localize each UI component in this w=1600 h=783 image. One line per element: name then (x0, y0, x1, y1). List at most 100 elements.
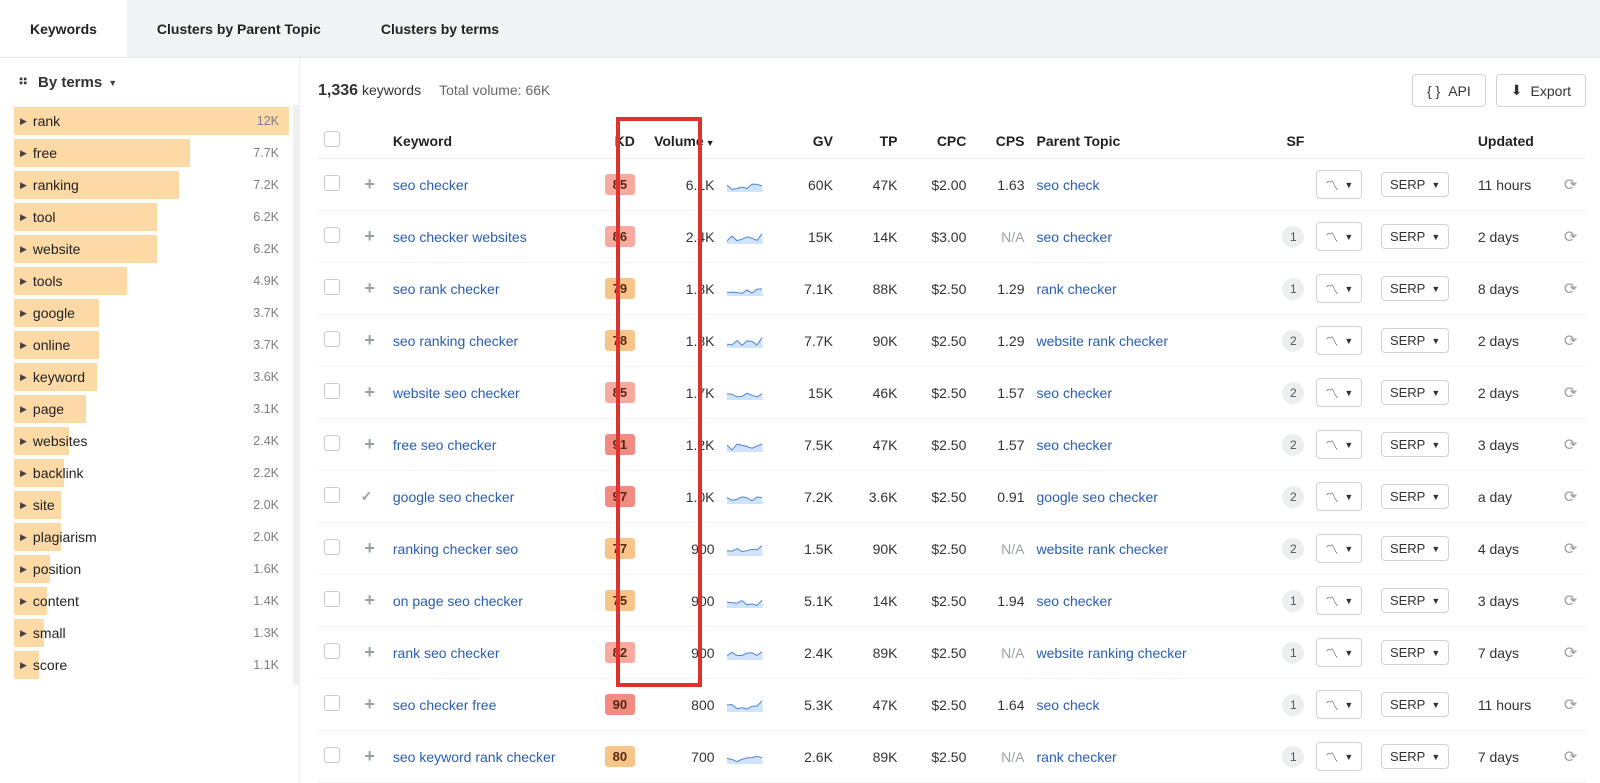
api-button[interactable]: { } API (1412, 74, 1486, 107)
parent-topic-link[interactable]: seo checker (1037, 229, 1112, 245)
open-chart-button[interactable]: 〽 ▼ (1316, 690, 1362, 719)
term-row-websites[interactable]: ▶websites 2.4K (14, 425, 289, 457)
row-checkbox[interactable] (324, 435, 340, 451)
row-checkbox[interactable] (324, 539, 340, 555)
refresh-icon[interactable]: ⟳ (1564, 643, 1577, 663)
term-row-ranking[interactable]: ▶ranking 7.2K (14, 169, 289, 201)
refresh-icon[interactable]: ⟳ (1564, 175, 1577, 195)
add-icon[interactable]: + (361, 642, 379, 663)
parent-topic-link[interactable]: seo checker (1037, 385, 1112, 401)
col-tp[interactable]: TP (839, 123, 904, 159)
col-updated[interactable]: Updated (1472, 123, 1558, 159)
export-button[interactable]: ⬇ Export (1496, 74, 1586, 107)
row-checkbox[interactable] (324, 643, 340, 659)
sf-badge[interactable]: 1 (1282, 694, 1304, 716)
add-icon[interactable]: + (361, 382, 379, 403)
refresh-icon[interactable]: ⟳ (1564, 383, 1577, 403)
keyword-link[interactable]: seo keyword rank checker (393, 749, 556, 765)
row-checkbox[interactable] (324, 279, 340, 295)
col-cpc[interactable]: CPC (904, 123, 973, 159)
serp-button[interactable]: SERP ▼ (1381, 536, 1449, 561)
serp-button[interactable]: SERP ▼ (1381, 432, 1449, 457)
add-icon[interactable]: + (361, 434, 379, 455)
col-gv[interactable]: GV (774, 123, 839, 159)
term-row-page[interactable]: ▶page 3.1K (14, 393, 289, 425)
col-sf[interactable]: SF (1272, 123, 1311, 159)
refresh-icon[interactable]: ⟳ (1564, 591, 1577, 611)
tab-keywords[interactable]: Keywords (0, 0, 127, 57)
sf-badge[interactable]: 2 (1282, 538, 1304, 560)
refresh-icon[interactable]: ⟳ (1564, 279, 1577, 299)
col-cps[interactable]: CPS (972, 123, 1030, 159)
parent-topic-link[interactable]: website ranking checker (1037, 645, 1187, 661)
term-row-small[interactable]: ▶small 1.3K (14, 617, 289, 649)
term-row-site[interactable]: ▶site 2.0K (14, 489, 289, 521)
terms-list[interactable]: ▶rank 12K ▶free 7.7K ▶ranking 7.2K ▶tool… (14, 105, 299, 685)
sf-badge[interactable]: 1 (1282, 226, 1304, 248)
keyword-link[interactable]: ranking checker seo (393, 541, 518, 557)
parent-topic-link[interactable]: rank checker (1037, 749, 1117, 765)
keyword-link[interactable]: seo checker websites (393, 229, 527, 245)
refresh-icon[interactable]: ⟳ (1564, 435, 1577, 455)
keyword-link[interactable]: seo checker free (393, 697, 497, 713)
sf-badge[interactable]: 2 (1282, 382, 1304, 404)
keyword-link[interactable]: free seo checker (393, 437, 497, 453)
group-by-terms-dropdown[interactable]: By terms ▼ (14, 68, 299, 105)
sf-badge[interactable]: 1 (1282, 746, 1304, 768)
parent-topic-link[interactable]: seo check (1037, 697, 1100, 713)
open-chart-button[interactable]: 〽 ▼ (1316, 378, 1362, 407)
keyword-link[interactable]: seo checker (393, 177, 468, 193)
select-all-checkbox[interactable] (324, 131, 340, 147)
row-checkbox[interactable] (324, 747, 340, 763)
tab-clusters-by-parent-topic[interactable]: Clusters by Parent Topic (127, 0, 351, 57)
col-keyword[interactable]: Keyword (387, 123, 592, 159)
add-icon[interactable]: + (361, 538, 379, 559)
sf-badge[interactable]: 2 (1282, 330, 1304, 352)
add-icon[interactable]: + (361, 174, 379, 195)
col-volume[interactable]: Volume▼ (641, 123, 721, 159)
keyword-link[interactable]: seo rank checker (393, 281, 500, 297)
keyword-link[interactable]: seo ranking checker (393, 333, 518, 349)
row-checkbox[interactable] (324, 591, 340, 607)
open-chart-button[interactable]: 〽 ▼ (1316, 586, 1362, 615)
refresh-icon[interactable]: ⟳ (1564, 747, 1577, 767)
refresh-icon[interactable]: ⟳ (1564, 331, 1577, 351)
serp-button[interactable]: SERP ▼ (1381, 224, 1449, 249)
row-checkbox[interactable] (324, 175, 340, 191)
open-chart-button[interactable]: 〽 ▼ (1316, 326, 1362, 355)
serp-button[interactable]: SERP ▼ (1381, 640, 1449, 665)
serp-button[interactable]: SERP ▼ (1381, 692, 1449, 717)
open-chart-button[interactable]: 〽 ▼ (1316, 430, 1362, 459)
parent-topic-link[interactable]: seo check (1037, 177, 1100, 193)
serp-button[interactable]: SERP ▼ (1381, 484, 1449, 509)
serp-button[interactable]: SERP ▼ (1381, 172, 1449, 197)
sf-badge[interactable]: 2 (1282, 434, 1304, 456)
term-row-rank[interactable]: ▶rank 12K (14, 105, 289, 137)
open-chart-button[interactable]: 〽 ▼ (1316, 274, 1362, 303)
add-icon[interactable]: + (361, 694, 379, 715)
add-icon[interactable]: + (361, 278, 379, 299)
row-checkbox[interactable] (324, 331, 340, 347)
term-row-free[interactable]: ▶free 7.7K (14, 137, 289, 169)
sf-badge[interactable]: 2 (1282, 486, 1304, 508)
sf-badge[interactable]: 1 (1282, 278, 1304, 300)
keyword-link[interactable]: on page seo checker (393, 593, 523, 609)
col-parent[interactable]: Parent Topic (1031, 123, 1272, 159)
term-row-score[interactable]: ▶score 1.1K (14, 649, 289, 681)
refresh-icon[interactable]: ⟳ (1564, 695, 1577, 715)
open-chart-button[interactable]: 〽 ▼ (1316, 170, 1362, 199)
col-kd[interactable]: KD (591, 123, 641, 159)
term-row-position[interactable]: ▶position 1.6K (14, 553, 289, 585)
term-row-plagiarism[interactable]: ▶plagiarism 2.0K (14, 521, 289, 553)
open-chart-button[interactable]: 〽 ▼ (1316, 742, 1362, 771)
add-icon[interactable]: + (361, 746, 379, 767)
parent-topic-link[interactable]: seo checker (1037, 437, 1112, 453)
serp-button[interactable]: SERP ▼ (1381, 276, 1449, 301)
refresh-icon[interactable]: ⟳ (1564, 227, 1577, 247)
parent-topic-link[interactable]: website rank checker (1037, 333, 1169, 349)
serp-button[interactable]: SERP ▼ (1381, 744, 1449, 769)
add-icon[interactable]: + (361, 590, 379, 611)
add-icon[interactable]: + (361, 226, 379, 247)
row-checkbox[interactable] (324, 695, 340, 711)
row-checkbox[interactable] (324, 227, 340, 243)
